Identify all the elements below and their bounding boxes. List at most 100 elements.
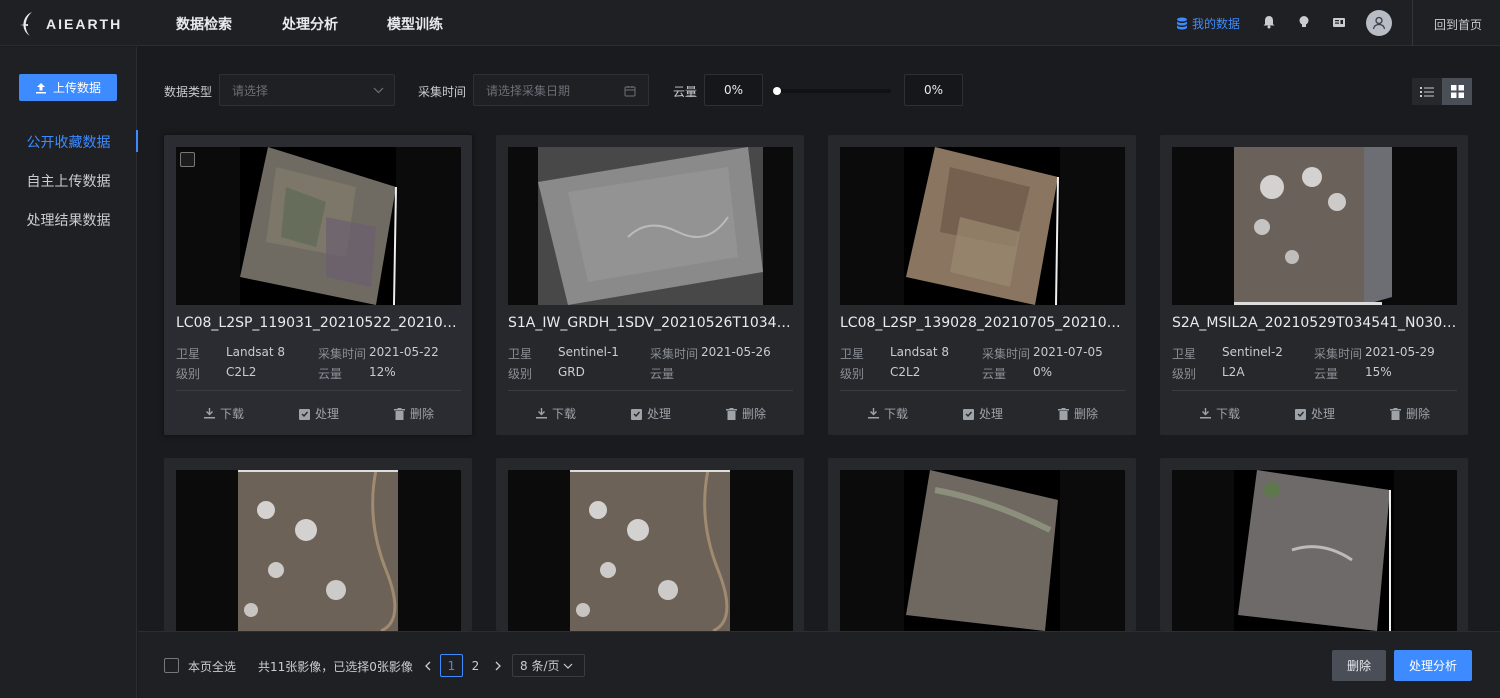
process-icon <box>963 408 974 420</box>
capture-time-label: 采集时间 <box>982 347 1031 361</box>
upload-data-label: 上传数据 <box>52 81 101 95</box>
cloud-label: 云量 <box>318 367 343 381</box>
chevron-down-icon <box>563 663 572 669</box>
back-to-home-link[interactable]: 回到首页 <box>1434 16 1482 33</box>
satellite-thumbnail[interactable] <box>508 147 793 305</box>
data-type-label: 数据类型 <box>164 85 213 99</box>
download-button[interactable]: 下载 <box>868 405 908 422</box>
cloud-max-input[interactable]: 0% <box>904 74 963 106</box>
process-label: 处理 <box>315 407 340 421</box>
user-icon <box>1372 16 1386 30</box>
cloud-min-input[interactable]: 0% <box>704 74 763 106</box>
bell-icon[interactable] <box>1262 15 1276 29</box>
selection-summary: 共11张影像，已选择0张影像 <box>258 660 413 674</box>
image-card[interactable] <box>828 458 1136 631</box>
cloud-label: 云量 <box>982 367 1007 381</box>
my-data-link[interactable]: 我的数据 <box>1176 15 1240 32</box>
sidebar-item-public-favorites[interactable]: 公开收藏数据 <box>0 130 138 152</box>
sidebar-item-self-uploaded[interactable]: 自主上传数据 <box>0 171 137 191</box>
data-type-placeholder: 请选择 <box>232 83 269 98</box>
card-title: S2A_MSIL2A_20210529T034541_N0300_R... <box>1172 315 1457 331</box>
image-card[interactable]: LC08_L2SP_119031_20210522_20210529_... 卫… <box>164 135 472 435</box>
satellite-label: 卫星 <box>508 347 533 361</box>
id-card-icon[interactable] <box>1332 15 1346 29</box>
download-button[interactable]: 下载 <box>204 405 244 422</box>
delete-button[interactable]: 删除 <box>394 405 434 422</box>
delete-button[interactable]: 删除 <box>726 405 766 422</box>
process-button[interactable]: 处理 <box>631 405 671 422</box>
data-type-select[interactable]: 请选择 <box>219 74 395 106</box>
process-icon <box>1295 408 1306 420</box>
chevron-right-icon[interactable] <box>495 661 502 671</box>
image-card[interactable] <box>164 458 472 631</box>
delete-label: 删除 <box>410 407 435 421</box>
process-button[interactable]: 处理 <box>1295 405 1335 422</box>
satellite-image <box>1234 470 1394 631</box>
image-card[interactable]: S2A_MSIL2A_20210529T034541_N0300_R... 卫星… <box>1160 135 1468 435</box>
download-button[interactable]: 下载 <box>1200 405 1240 422</box>
page-1-button[interactable]: 1 <box>440 654 463 677</box>
list-view-toggle[interactable] <box>1412 78 1442 105</box>
capture-time-label: 采集时间 <box>418 85 467 99</box>
divider <box>508 390 793 391</box>
image-card[interactable]: S1A_IW_GRDH_1SDV_20210526T103400_... 卫星 … <box>496 135 804 435</box>
select-all-checkbox[interactable] <box>164 658 179 673</box>
download-icon <box>536 408 547 419</box>
app-logo[interactable]: AIEARTH <box>18 10 122 38</box>
process-label: 处理 <box>647 407 672 421</box>
delete-button[interactable]: 删除 <box>1058 405 1098 422</box>
cloud-value: 12% <box>369 365 396 379</box>
capture-time-label: 采集时间 <box>318 347 367 361</box>
satellite-thumbnail[interactable] <box>1172 470 1457 631</box>
delete-button[interactable]: 删除 <box>1390 405 1430 422</box>
process-button[interactable]: 处理 <box>963 405 1003 422</box>
satellite-thumbnail[interactable] <box>840 147 1125 305</box>
cloud-slider-handle[interactable] <box>773 87 781 95</box>
trash-icon <box>394 407 405 420</box>
satellite-thumbnail[interactable] <box>176 470 461 631</box>
download-label: 下载 <box>220 407 245 421</box>
process-icon <box>299 408 310 420</box>
capture-date-value: 2021-07-05 <box>1033 345 1103 359</box>
satellite-label: 卫星 <box>840 347 865 361</box>
download-label: 下载 <box>1216 407 1241 421</box>
level-label: 级别 <box>1172 367 1197 381</box>
card-checkbox[interactable] <box>180 152 195 167</box>
cloud-label: 云量 <box>1314 367 1339 381</box>
image-card[interactable] <box>1160 458 1468 631</box>
nav-processing-analysis[interactable]: 处理分析 <box>282 14 338 34</box>
select-all-label[interactable]: 本页全选 <box>188 658 236 675</box>
delete-label: 删除 <box>1406 407 1431 421</box>
chevron-left-icon[interactable] <box>424 661 431 671</box>
page-size-select[interactable]: 8 条/页 <box>512 654 585 677</box>
lightbulb-icon[interactable] <box>1297 15 1311 29</box>
satellite-thumbnail[interactable] <box>176 147 461 305</box>
sidebar-item-processing-results[interactable]: 处理结果数据 <box>0 210 137 230</box>
download-icon <box>1200 408 1211 419</box>
satellite-thumbnail[interactable] <box>508 470 793 631</box>
download-button[interactable]: 下载 <box>536 405 576 422</box>
nav-data-search[interactable]: 数据检索 <box>176 14 232 34</box>
image-card[interactable] <box>496 458 804 631</box>
nav-model-training[interactable]: 模型训练 <box>387 14 443 34</box>
delete-selected-button[interactable]: 删除 <box>1332 650 1386 681</box>
level-value: C2L2 <box>226 365 257 379</box>
satellite-thumbnail[interactable] <box>1172 147 1457 305</box>
page-2-button[interactable]: 2 <box>464 654 487 677</box>
capture-date-value: 2021-05-22 <box>369 345 439 359</box>
cloud-slider-track[interactable] <box>774 89 891 93</box>
process-button[interactable]: 处理 <box>299 405 339 422</box>
trash-icon <box>1058 407 1069 420</box>
user-avatar[interactable] <box>1366 10 1392 36</box>
capture-time-label: 采集时间 <box>650 347 699 361</box>
process-analysis-button[interactable]: 处理分析 <box>1394 650 1472 681</box>
capture-date-picker[interactable]: 请选择采集日期 <box>473 74 649 106</box>
image-card[interactable]: LC08_L2SP_139028_20210705_20210713_... 卫… <box>828 135 1136 435</box>
satellite-thumbnail[interactable] <box>840 470 1125 631</box>
capture-date-placeholder: 请选择采集日期 <box>486 83 571 98</box>
download-label: 下载 <box>552 407 577 421</box>
grid-view-toggle[interactable] <box>1442 78 1472 105</box>
footer-bar: 本页全选 共11张影像，已选择0张影像 1 2 8 条/页 删除 处理分析 <box>138 631 1500 698</box>
delete-label: 删除 <box>1074 407 1099 421</box>
upload-data-button[interactable]: 上传数据 <box>19 74 117 101</box>
